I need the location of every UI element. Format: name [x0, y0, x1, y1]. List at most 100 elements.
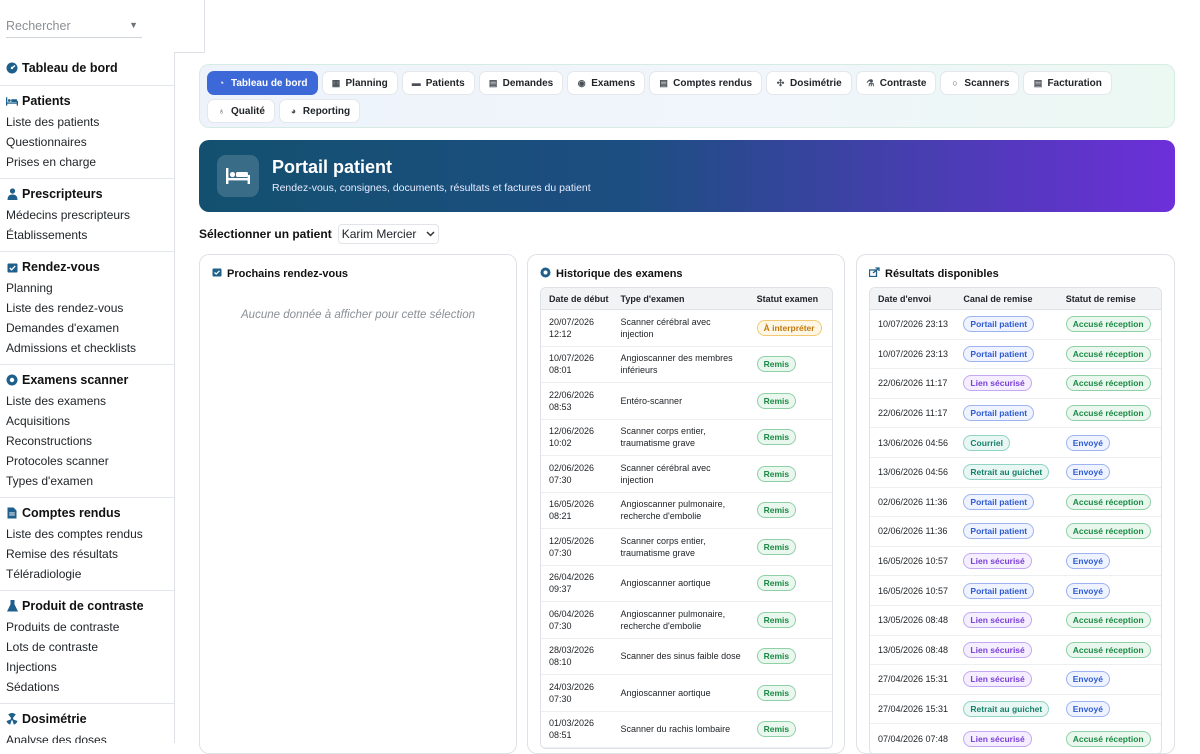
tab-facturation[interactable]: ▤ Facturation: [1023, 71, 1112, 95]
sidebar-item[interactable]: Questionnaires: [0, 132, 174, 152]
tab-tableau-de-bord[interactable]: ◔ Tableau de bord: [207, 71, 318, 95]
table-row[interactable]: 13/05/2026 08:48 Lien sécurisé Accusé réce…: [870, 606, 1161, 636]
channel-cell: Portail patient: [955, 345, 1057, 362]
sidebar-item[interactable]: Produits de contraste: [0, 617, 174, 637]
chevron-down-icon[interactable]: ▼: [129, 20, 138, 30]
sidebar-item[interactable]: Analyse des doses: [0, 730, 174, 743]
exam-status-cell: Remis: [749, 392, 832, 409]
sidebar-dashboard[interactable]: Tableau de bord: [0, 53, 174, 86]
tab-examens[interactable]: ◉ Examens: [567, 71, 646, 95]
sidebar-item[interactable]: Admissions et checklists: [0, 338, 174, 358]
table-row[interactable]: 16/05/2026 10:57 Lien sécurisé Envoyé: [870, 547, 1161, 577]
exam-type-line: Angioscanner pulmonaire,: [620, 608, 726, 619]
table-row[interactable]: 16/05/2026 08:21 Angioscanner pulmonaire, r…: [541, 493, 832, 529]
search-select[interactable]: Rechercher ▼: [6, 14, 142, 38]
sidebar-section-header[interactable]: Produit de contraste: [0, 595, 174, 617]
table-row[interactable]: 27/04/2026 15:31 Retrait au guichet Envoyé: [870, 695, 1161, 725]
sidebar-item[interactable]: Liste des patients: [0, 112, 174, 132]
sidebar-section-title: Examens scanner: [22, 373, 129, 387]
empty-state-text: Aucune donnée à afficher pour cette séle…: [241, 309, 475, 321]
sidebar-section-header[interactable]: Comptes rendus: [0, 502, 174, 524]
exam-time: 09:37: [549, 584, 572, 595]
sidebar-item[interactable]: Remise des résultats: [0, 544, 174, 564]
table-row[interactable]: 02/06/2026 11:36 Portail patient Accusé ré…: [870, 488, 1161, 518]
channel-badge: Courriel: [963, 434, 1011, 451]
patient-select[interactable]: Karim Mercier: [337, 224, 439, 244]
table-row[interactable]: 06/04/2026 07:30 Angioscanner pulmonaire, r…: [541, 602, 832, 639]
table-row[interactable]: 26/04/2026 09:37 Angioscanner aortique Remi…: [541, 566, 832, 602]
sidebar-section-header[interactable]: Prescripteurs: [0, 183, 174, 205]
tab-label: Tableau de bord: [231, 77, 308, 89]
sidebar-section: Examens scanner Liste des examens Acquisit…: [0, 365, 174, 498]
table-row[interactable]: 28/03/2026 08:10 Scanner des sinus faible …: [541, 639, 832, 675]
sent-date: 16/05/2026 10:57: [878, 556, 949, 567]
table-row[interactable]: 20/07/2026 12:12 Scanner cérébral avec inje…: [541, 310, 832, 347]
column-header[interactable]: Date de début: [541, 293, 613, 305]
sidebar-item[interactable]: Liste des examens: [0, 391, 174, 411]
sidebar-item[interactable]: Acquisitions: [0, 411, 174, 431]
column-header[interactable]: Statut de remise: [1058, 293, 1161, 305]
sidebar-item[interactable]: Reconstructions: [0, 431, 174, 451]
tab-demandes[interactable]: ▤ Demandes: [478, 71, 564, 95]
table-row[interactable]: 16/05/2026 10:57 Portail patient Envoyé: [870, 576, 1161, 606]
table-row[interactable]: 13/06/2026 04:56 Courriel Envoyé: [870, 428, 1161, 458]
column-header[interactable]: Statut examen: [749, 293, 832, 305]
table-row[interactable]: 22/06/2026 11:17 Lien sécurisé Accusé réce…: [870, 369, 1161, 399]
sidebar-item-dashboard[interactable]: Tableau de bord: [0, 57, 174, 79]
delivery-status-cell: Accusé réception: [1058, 523, 1161, 540]
sidebar-section-header[interactable]: Patients: [0, 90, 174, 112]
table-row[interactable]: 24/03/2026 07:30 Angioscanner aortique Remi…: [541, 675, 832, 712]
tab-comptes-rendus[interactable]: ▤ Comptes rendus: [649, 71, 763, 95]
sidebar-item[interactable]: Protocoles scanner: [0, 451, 174, 471]
sidebar-section-header[interactable]: Dosimétrie: [0, 708, 174, 730]
sidebar-item[interactable]: Liste des comptes rendus: [0, 524, 174, 544]
exam-type-line: traumatisme grave: [620, 438, 696, 449]
exam-date: 20/07/2026: [549, 316, 595, 327]
table-row[interactable]: 13/06/2026 04:56 Retrait au guichet Envoyé: [870, 458, 1161, 488]
tab-qualit-[interactable]: ♁ Qualité: [207, 99, 275, 123]
tab-reporting[interactable]: ◕ Reporting: [278, 99, 361, 123]
sidebar-item[interactable]: Liste des rendez-vous: [0, 298, 174, 318]
sidebar-item[interactable]: Téléradiologie: [0, 564, 174, 584]
sidebar-item[interactable]: Types d'examen: [0, 471, 174, 491]
tab-planning[interactable]: ▦ Planning: [321, 71, 398, 95]
sidebar-item[interactable]: Planning: [0, 278, 174, 298]
sidebar-section-header[interactable]: Rendez-vous: [0, 256, 174, 278]
exam-type-cell: Scanner cérébral avec injection: [613, 462, 749, 486]
table-row[interactable]: 13/05/2026 08:48 Lien sécurisé Accusé réce…: [870, 636, 1161, 666]
column-header[interactable]: Canal de remise: [955, 293, 1057, 305]
exam-date: 12/05/2026: [549, 535, 595, 546]
table-row[interactable]: 27/04/2026 15:31 Lien sécurisé Envoyé: [870, 665, 1161, 695]
upcoming-appointments-panel: Prochains rendez-vous Aucune donnée à af…: [199, 254, 517, 754]
tab-dosim-trie[interactable]: ✣ Dosimétrie: [766, 71, 852, 95]
column-header[interactable]: Date d'envoi: [870, 293, 955, 305]
table-row[interactable]: 10/07/2026 08:01 Angioscanner des membres i…: [541, 347, 832, 383]
table-row[interactable]: 02/06/2026 07:30 Scanner cérébral avec inje…: [541, 456, 832, 493]
table-row[interactable]: 02/06/2026 11:36 Portail patient Accusé ré…: [870, 517, 1161, 547]
sidebar-section-header[interactable]: Examens scanner: [0, 369, 174, 391]
exam-type-line: Angioscanner aortique: [620, 687, 711, 698]
exam-time: 08:10: [549, 657, 572, 668]
column-header[interactable]: Type d'examen: [613, 293, 749, 305]
chevron-down-icon[interactable]: [426, 231, 435, 237]
table-row[interactable]: 12/05/2026 07:30 Scanner corps entier, trau…: [541, 529, 832, 566]
table-row[interactable]: 10/07/2026 23:13 Portail patient Accusé ré…: [870, 340, 1161, 370]
table-row[interactable]: 22/06/2026 11:17 Portail patient Accusé ré…: [870, 399, 1161, 429]
channel-cell: Lien sécurisé: [955, 671, 1057, 688]
sidebar-item[interactable]: Prises en charge: [0, 152, 174, 172]
table-row[interactable]: 22/06/2026 08:53 Entéro-scanner Remis: [541, 383, 832, 420]
table-row[interactable]: 12/06/2026 10:02 Scanner corps entier, trau…: [541, 420, 832, 456]
table-row[interactable]: 07/04/2026 07:48 Lien sécurisé Accusé réce…: [870, 724, 1161, 753]
sidebar-item[interactable]: Sédations: [0, 677, 174, 697]
sidebar-item[interactable]: Établissements: [0, 225, 174, 245]
tab-patients[interactable]: ▬ Patients: [401, 71, 475, 95]
sidebar-item[interactable]: Lots de contraste: [0, 637, 174, 657]
tab-contraste[interactable]: ⚗ Contraste: [855, 71, 937, 95]
status-badge: Remis: [756, 648, 797, 665]
sidebar-item[interactable]: Demandes d'examen: [0, 318, 174, 338]
exam-type-line: recherche d'embolie: [620, 511, 702, 522]
tab-scanners[interactable]: ○ Scanners: [940, 71, 1020, 95]
sidebar-item[interactable]: Injections: [0, 657, 174, 677]
sidebar-item[interactable]: Médecins prescripteurs: [0, 205, 174, 225]
table-row[interactable]: 10/07/2026 23:13 Portail patient Accusé ré…: [870, 310, 1161, 340]
